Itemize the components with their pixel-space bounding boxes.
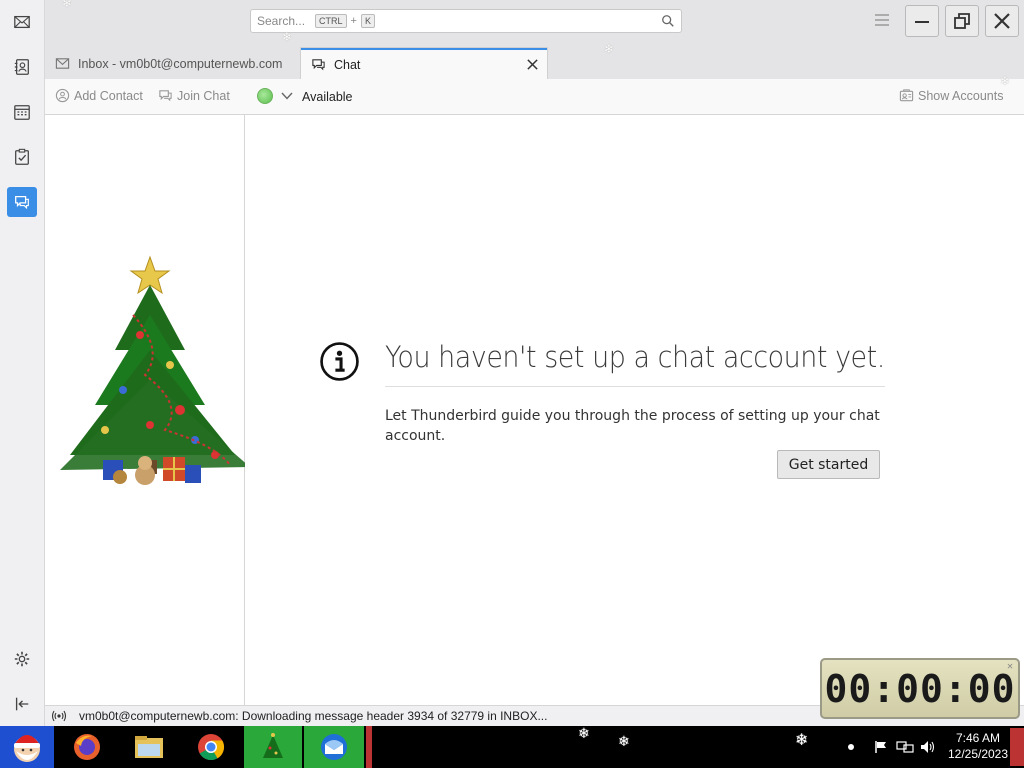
chrome-icon xyxy=(198,734,225,761)
online-status-icon[interactable] xyxy=(51,710,67,722)
chat-space-button[interactable] xyxy=(7,187,37,217)
collapse-left-icon xyxy=(15,697,29,711)
close-tab-icon[interactable] xyxy=(526,58,539,71)
taskbar: 7:46 AM 12/25/2023 xyxy=(0,726,1024,768)
tray-dot-icon[interactable] xyxy=(844,740,858,754)
address-book-space-button[interactable] xyxy=(7,52,37,82)
chat-toolbar: Add Contact Join Chat Available Show Acc… xyxy=(45,79,1024,115)
christmas-tree-icon xyxy=(263,733,283,758)
taskbar-separator xyxy=(366,726,372,768)
mail-space-button[interactable] xyxy=(7,7,37,37)
join-chat-label: Join Chat xyxy=(177,88,230,103)
timer-close-icon[interactable]: ✕ xyxy=(1007,661,1014,672)
search-icon xyxy=(662,15,674,27)
thunderbird-icon xyxy=(321,734,347,760)
start-button[interactable] xyxy=(0,726,54,768)
calendar-icon xyxy=(14,105,30,120)
contacts-pane[interactable] xyxy=(45,115,250,705)
add-contact-label: Add Contact xyxy=(74,88,143,103)
status-label[interactable]: Available xyxy=(302,90,353,104)
page-title: You haven't set up a chat account yet. xyxy=(385,340,885,374)
add-contact-icon xyxy=(55,88,70,103)
christmas-app-taskbar-button[interactable] xyxy=(244,726,302,768)
show-accounts-label: Show Accounts xyxy=(918,88,1004,103)
shortcut-k-key: K xyxy=(360,14,375,28)
folder-icon xyxy=(135,736,163,758)
calendar-space-button[interactable] xyxy=(7,97,37,127)
timer-value: 00:00:00 xyxy=(824,666,1016,711)
chrome-taskbar-button[interactable] xyxy=(188,726,234,768)
volume-icon[interactable] xyxy=(920,740,936,754)
spaces-toolbar xyxy=(0,0,45,726)
tab-chat-label: Chat xyxy=(334,57,361,72)
get-started-button[interactable]: Get started xyxy=(777,450,880,479)
search-placeholder: Search... xyxy=(257,14,306,28)
chevron-down-icon[interactable] xyxy=(281,91,293,101)
accounts-icon xyxy=(899,89,914,102)
restore-icon xyxy=(954,13,970,29)
taskbar-clock[interactable]: 7:46 AM 12/25/2023 xyxy=(940,730,1016,762)
search-input[interactable]: Search... CTRL + K xyxy=(250,9,682,33)
join-chat-button[interactable]: Join Chat xyxy=(158,88,230,103)
clock-date: 12/25/2023 xyxy=(947,747,1009,761)
shortcut-ctrl-key: CTRL xyxy=(315,14,347,28)
mail-icon xyxy=(14,15,30,29)
setup-description: Let Thunderbird guide you through the pr… xyxy=(385,408,880,444)
tray-network-icon[interactable] xyxy=(896,740,914,754)
gear-icon xyxy=(14,651,30,667)
collapse-spaces-button[interactable] xyxy=(7,689,37,719)
tab-inbox[interactable]: Inbox - vm0b0t@computernewb.com xyxy=(45,48,300,79)
divider xyxy=(385,386,885,387)
restore-button[interactable] xyxy=(945,5,979,37)
tab-chat[interactable]: Chat xyxy=(301,48,547,79)
close-icon xyxy=(994,13,1010,29)
show-accounts-button[interactable]: Show Accounts xyxy=(899,88,1003,103)
santa-start-icon xyxy=(14,735,40,762)
file-explorer-taskbar-button[interactable] xyxy=(126,726,172,768)
shortcut-plus: + xyxy=(350,15,357,27)
address-book-icon xyxy=(14,59,29,75)
firefox-taskbar-button[interactable] xyxy=(64,726,110,768)
add-contact-button[interactable]: Add Contact xyxy=(55,88,143,103)
status-available-icon[interactable] xyxy=(257,88,273,104)
firefox-icon xyxy=(74,734,100,760)
timer-widget[interactable]: 00:00:00 ✕ xyxy=(820,658,1020,719)
chat-icon xyxy=(312,59,325,71)
minimize-button[interactable] xyxy=(905,5,939,37)
title-bar: Search... CTRL + K xyxy=(45,0,1024,43)
join-chat-icon xyxy=(159,90,172,102)
close-window-button[interactable] xyxy=(985,5,1019,37)
clock-time: 7:46 AM xyxy=(955,731,1001,745)
info-icon xyxy=(320,342,359,381)
tab-inbox-label: Inbox - vm0b0t@computernewb.com xyxy=(78,56,283,71)
thunderbird-taskbar-button[interactable] xyxy=(304,726,364,768)
christmas-tree-image xyxy=(60,255,250,485)
mail-icon xyxy=(55,58,70,69)
tab-bar: Inbox - vm0b0t@computernewb.com Chat xyxy=(45,43,1024,79)
status-message: vm0b0t@computernewb.com: Downloading mes… xyxy=(79,709,548,723)
tasks-space-button[interactable] xyxy=(7,142,37,172)
settings-space-button[interactable] xyxy=(7,644,37,674)
chat-icon xyxy=(15,195,29,210)
tray-flag-icon[interactable] xyxy=(874,740,892,754)
minimize-icon xyxy=(915,21,929,23)
app-menu-icon[interactable] xyxy=(874,13,890,27)
show-desktop-button[interactable] xyxy=(1010,728,1024,766)
tasks-icon xyxy=(15,148,29,165)
